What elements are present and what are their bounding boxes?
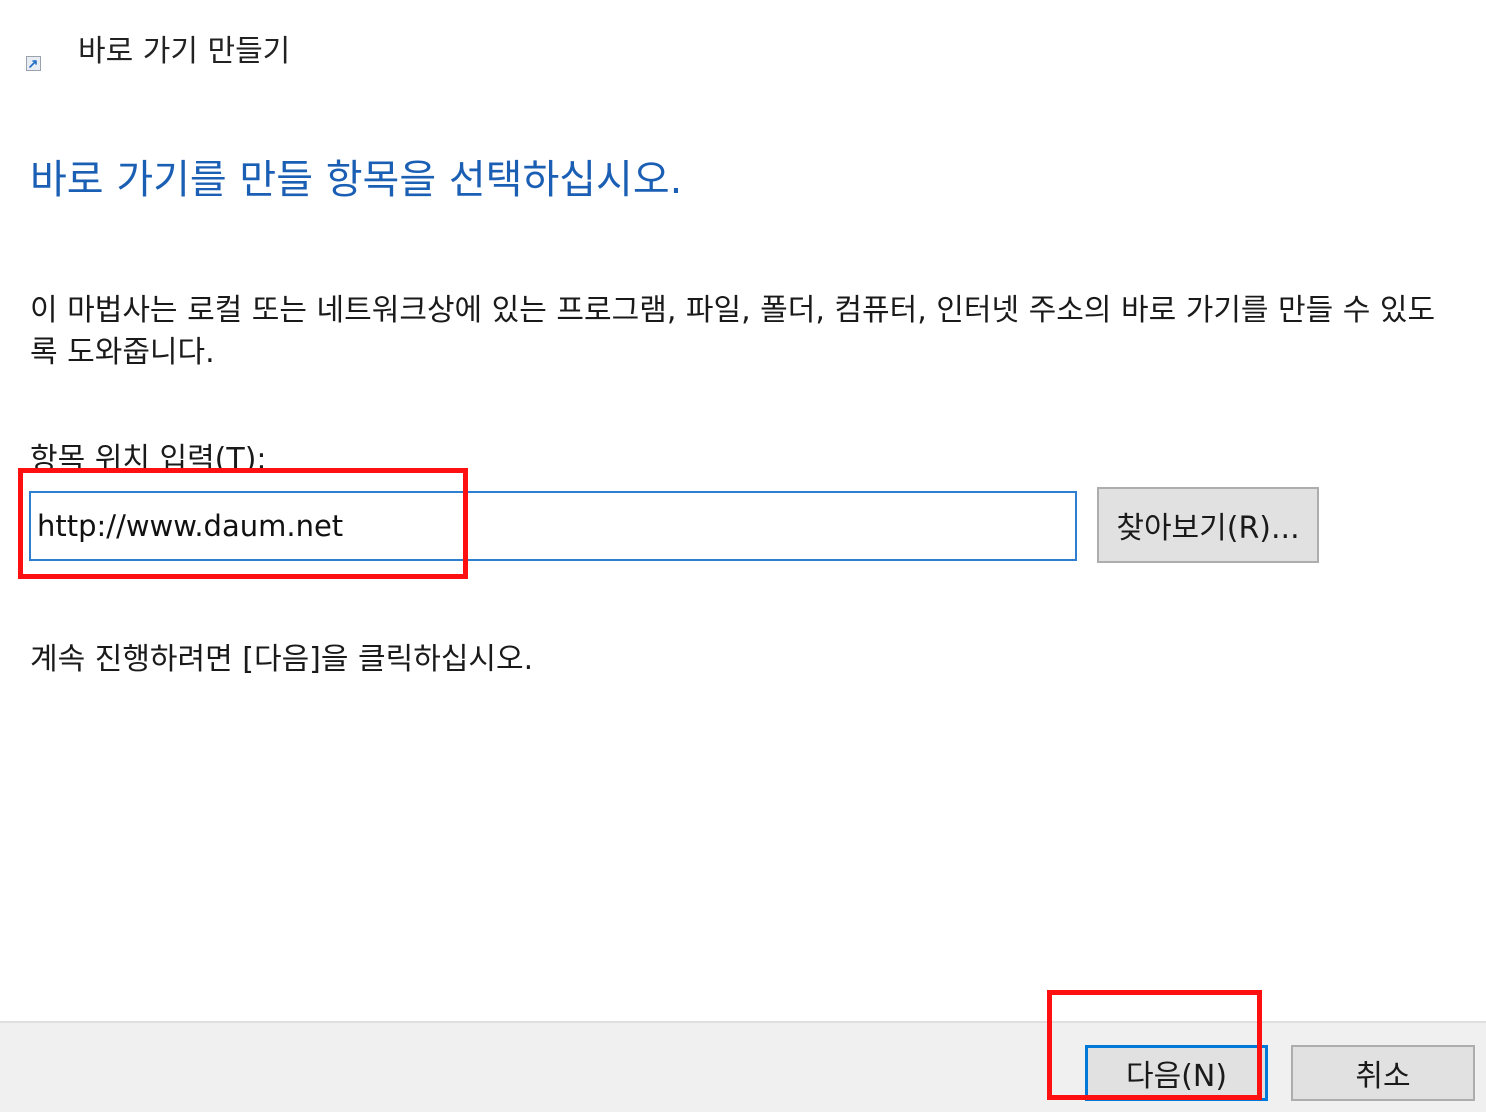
window-title: 바로 가기 만들기 <box>78 34 291 69</box>
title-bar: 바로 가기 만들기 <box>0 0 1486 100</box>
wizard-description: 이 마법사는 로컬 또는 네트워크상에 있는 프로그램, 파일, 폴더, 컴퓨터… <box>30 293 1436 370</box>
location-input[interactable] <box>29 491 1077 561</box>
browse-button[interactable]: 찾아보기(R)... <box>1097 487 1319 563</box>
cancel-button[interactable]: 취소 <box>1291 1045 1475 1101</box>
next-button[interactable]: 다음(N) <box>1085 1045 1268 1101</box>
shortcut-icon <box>26 56 41 71</box>
page-heading: 바로 가기를 만들 항목을 선택하십시오. <box>30 157 683 203</box>
create-shortcut-dialog: 바로 가기 만들기 바로 가기를 만들 항목을 선택하십시오. 이 마법사는 로… <box>0 0 1486 1112</box>
location-label: 항목 위치 입력(T): <box>30 442 267 477</box>
continue-instruction: 계속 진행하려면 [다음]을 클릭하십시오. <box>30 642 534 677</box>
